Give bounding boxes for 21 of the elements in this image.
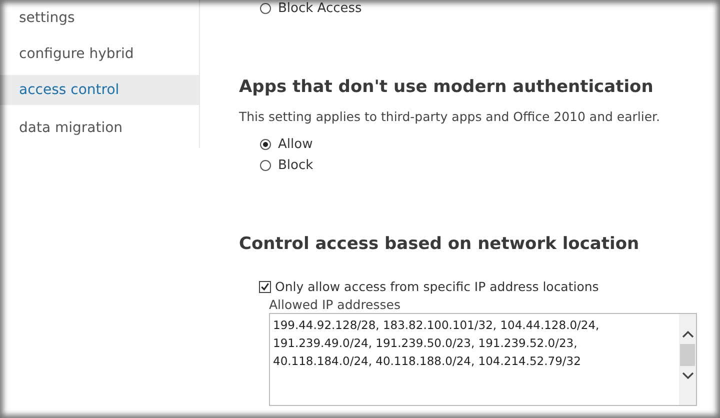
scroll-up-icon[interactable] [682,330,694,338]
description-text: This setting applies to third-party apps and Office 2010 and earlier. [239,109,661,124]
radio-button[interactable] [260,3,271,14]
sidebar-item[interactable]: settings [0,0,199,36]
radio-button[interactable] [260,139,271,150]
radio-label: Allow [278,137,313,152]
checkbox-label: Only allow access from specific IP address locations [275,279,599,294]
sidebar-item[interactable]: data migration [0,110,199,147]
radio-button[interactable] [260,160,271,171]
sidebar-item[interactable]: configure hybrid [0,36,199,73]
scrollbar[interactable] [679,314,696,405]
checkbox[interactable] [259,280,271,292]
field-label: Allowed IP addresses [269,297,402,312]
section-heading: Apps that don't use modern authentication [239,77,654,97]
sidebar-item[interactable]: access control [0,75,199,105]
radio-label: Block Access [278,1,362,16]
radio-label: Block [278,158,314,173]
scroll-thumb[interactable] [680,344,695,366]
section-heading: Control access based on network location [239,234,640,254]
text-area[interactable]: 199.44.92.128/28, 183.82.100.101/32, 104.44.128.0/24, 191.239.49.0/24, 191.239.50.0/23, 191.239.52.0/23, 40.118.184.0/24, 40.118.188.0/24, 104.214.52.79/32 [269,313,697,406]
scroll-down-icon[interactable] [682,372,694,380]
